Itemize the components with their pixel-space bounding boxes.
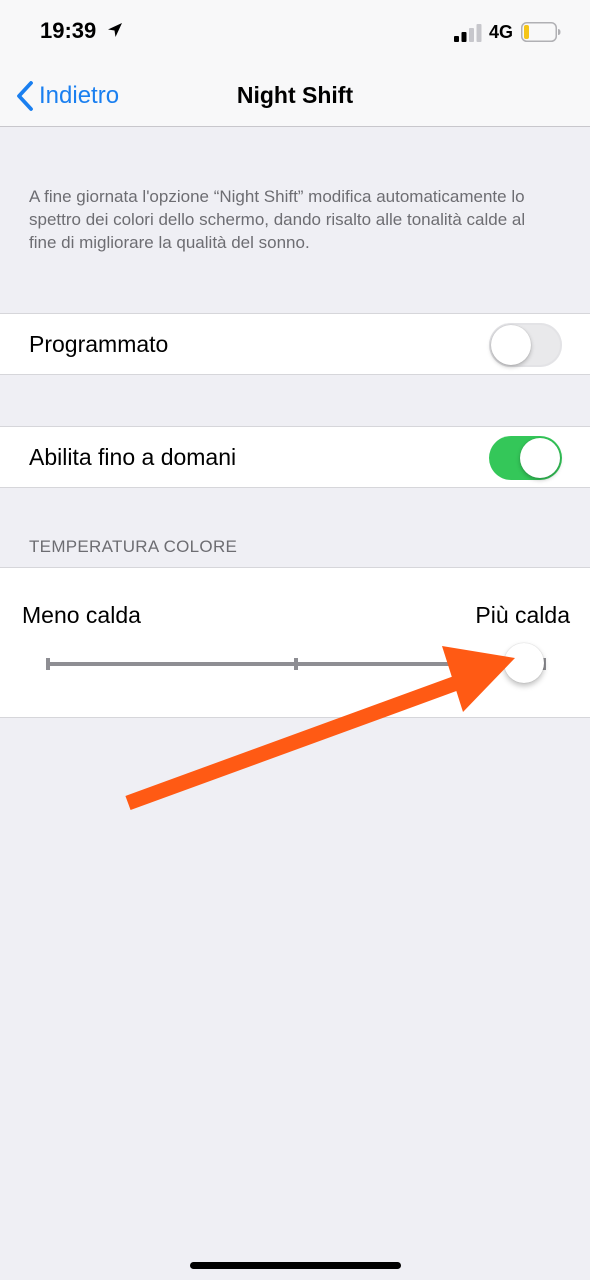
night-shift-description: A fine giornata l'opzione “Night Shift” … (29, 187, 526, 252)
scheduled-label: Programmato (29, 331, 169, 357)
toggle-knob (491, 325, 531, 365)
slider-tick (294, 658, 298, 670)
slider-thumb[interactable] (504, 643, 545, 683)
slider-min-label: Meno calda (22, 602, 141, 628)
signal-icon (454, 24, 482, 42)
night-shift-screen: 19:39 4G Indietro Night Shift A fine gio… (0, 0, 590, 1280)
battery-icon (521, 22, 561, 42)
location-arrow-icon (108, 23, 122, 37)
scheduled-toggle[interactable] (489, 323, 562, 367)
page-title: Night Shift (236, 82, 354, 108)
navigation-bar: Indietro Night Shift (0, 64, 590, 127)
home-indicator (190, 1262, 401, 1269)
status-bar: 19:39 4G (0, 0, 590, 64)
enable-until-tomorrow-toggle[interactable] (489, 436, 562, 480)
scheduled-row: Programmato (0, 313, 590, 375)
color-temperature-slider[interactable] (46, 643, 546, 683)
slider-tick (46, 658, 50, 670)
toggle-knob (520, 438, 560, 478)
slider-max-label: Più calda (475, 602, 570, 628)
status-time: 19:39 (40, 18, 97, 43)
enable-until-tomorrow-row: Abilita fino a domani (0, 426, 590, 488)
network-type-label: 4G (489, 22, 514, 42)
enable-until-tomorrow-label: Abilita fino a domani (29, 444, 237, 470)
color-temperature-cell: Meno calda Più calda (0, 567, 590, 718)
color-temperature-header: TEMPERATURA COLORE (29, 537, 238, 556)
